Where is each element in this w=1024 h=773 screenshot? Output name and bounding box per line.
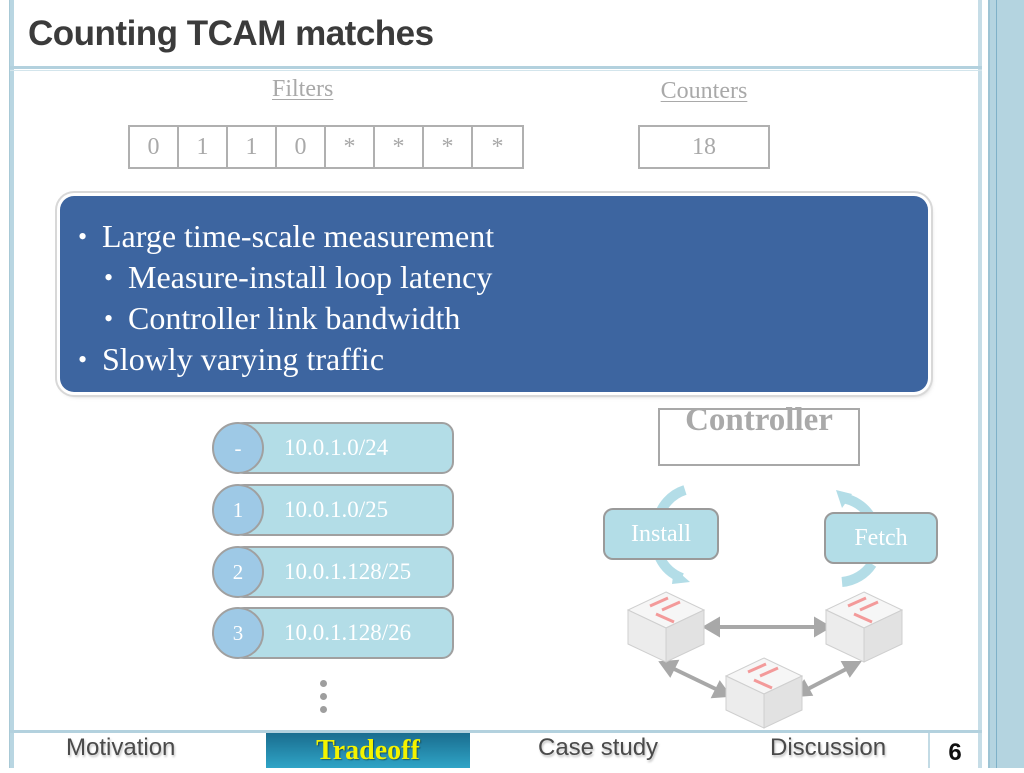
- callout-box: Large time-scale measurement Measure-ins…: [60, 196, 928, 392]
- footer-tab-case-study[interactable]: Case study: [538, 734, 658, 762]
- rule-index-badge: 1: [212, 484, 264, 536]
- callout-sub-bullet: Controller link bandwidth: [74, 298, 928, 339]
- filter-bit-row: 0 1 1 0 * * * *: [128, 125, 524, 169]
- footer-divider: [10, 730, 982, 733]
- callout-sub-bullet: Measure-install loop latency: [74, 257, 928, 298]
- filter-bit: 1: [228, 127, 277, 167]
- counters-label: Counters: [660, 78, 748, 104]
- rule-prefix: 10.0.1.0/25: [284, 497, 389, 522]
- counter-value: 18: [638, 125, 770, 169]
- rule-index-badge: 3: [212, 607, 264, 659]
- network-switch-icon: [626, 591, 706, 663]
- rule-prefix: 10.0.1.0/24: [284, 435, 389, 460]
- filter-bit: 0: [277, 127, 326, 167]
- title-divider: [10, 66, 982, 69]
- rule-item: 10.0.1.128/26 3: [212, 607, 454, 659]
- install-step: Install: [603, 508, 719, 560]
- network-switch-icon: [724, 657, 804, 729]
- rule-index-badge: -: [212, 422, 264, 474]
- rule-prefix-bar: 10.0.1.0/25: [232, 484, 454, 536]
- slide-frame-left: [9, 0, 14, 768]
- filter-bit: *: [491, 133, 504, 160]
- slide-side-band: [988, 0, 1024, 768]
- footer-tab-motivation[interactable]: Motivation: [66, 734, 175, 762]
- fetch-loop-arrow-bottom: [841, 561, 877, 587]
- slide-title: Counting TCAM matches: [28, 14, 434, 53]
- rule-prefix: 10.0.1.128/26: [284, 620, 412, 645]
- rule-index-badge: 2: [212, 546, 264, 598]
- rule-item: 10.0.1.128/25 2: [212, 546, 454, 598]
- network-switch-icon: [824, 591, 904, 663]
- controller-label: Controller: [685, 402, 833, 438]
- link-right-bottom: [801, 664, 853, 694]
- filter-bit: *: [375, 127, 424, 167]
- rule-prefix-bar: 10.0.1.128/26: [232, 607, 454, 659]
- footer-tab-discussion[interactable]: Discussion: [770, 734, 886, 762]
- link-left-bottom: [667, 664, 723, 694]
- vertical-ellipsis-icon: [320, 680, 330, 719]
- rule-prefix-bar: 10.0.1.128/25: [232, 546, 454, 598]
- controller-box: Controller: [658, 402, 860, 466]
- fetch-step: Fetch: [824, 512, 938, 564]
- rule-item: 10.0.1.0/24 -: [212, 422, 454, 474]
- slide-frame-right: [978, 0, 982, 768]
- filter-bit: 0: [130, 127, 179, 167]
- footer-tab-tradeoff[interactable]: Tradeoff: [266, 733, 470, 768]
- page-number: 6: [928, 733, 980, 768]
- callout-bullet: Large time-scale measurement: [74, 216, 928, 257]
- filter-bit: *: [326, 127, 375, 167]
- filters-label: Filters: [272, 76, 334, 102]
- filter-bit: *: [424, 127, 473, 167]
- callout-bullet-list: Large time-scale measurement Measure-ins…: [60, 196, 928, 380]
- callout-bullet: Slowly varying traffic: [74, 339, 928, 380]
- rule-prefix: 10.0.1.128/25: [284, 559, 412, 584]
- filter-bit: 1: [179, 127, 228, 167]
- install-arrowhead: [672, 568, 690, 584]
- title-divider-light: [10, 70, 982, 71]
- rule-prefix-bar: 10.0.1.0/24: [232, 422, 454, 474]
- rule-item: 10.0.1.0/25 1: [212, 484, 454, 536]
